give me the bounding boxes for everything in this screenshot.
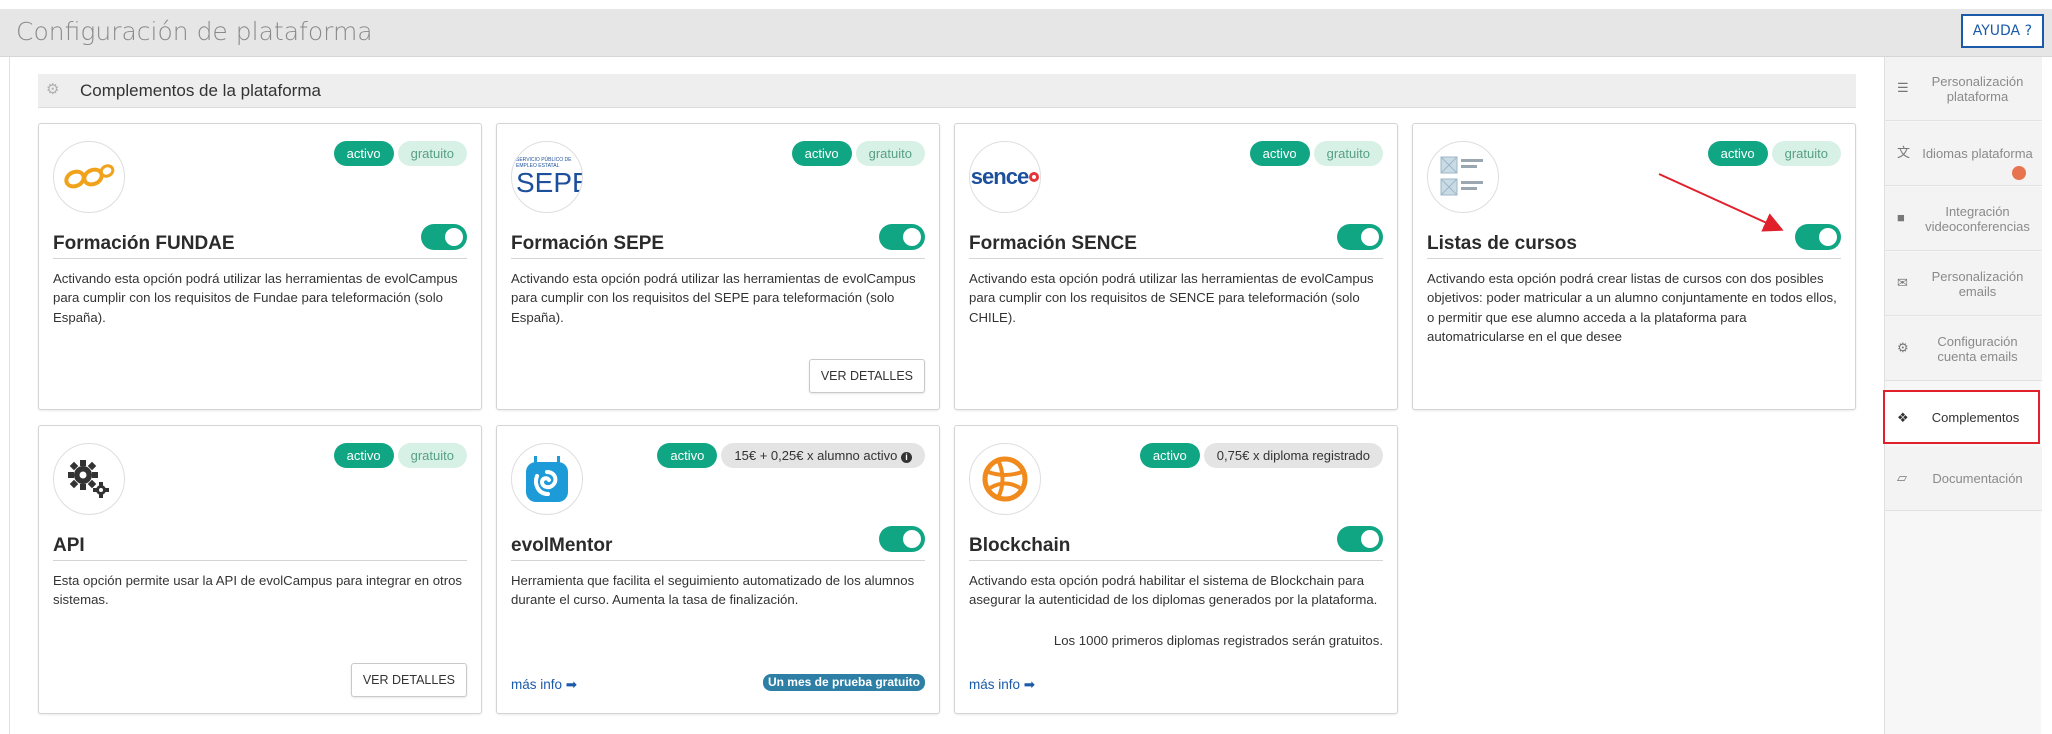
sence-logo-text: sence [970,164,1029,189]
trial-badge: Un mes de prueba gratuito [762,674,925,691]
sidebar-item-label: Personalización plataforma [1931,73,2024,104]
page-header: Configuración de plataforma AYUDA ? [0,9,2052,57]
page-title: Configuración de plataforma [16,17,373,46]
envelope-icon: ✉ [1897,275,1908,290]
card-title: API [53,535,85,556]
folder-open-icon: ▱ [1897,470,1907,485]
card-title: evolMentor [511,535,613,556]
course-list-icon [1427,141,1499,213]
divider [969,258,1383,259]
card-title: Listas de cursos [1427,233,1577,254]
sidebar-item-label: Documentación [1932,471,2023,486]
pricing-badge: gratuito [397,141,467,166]
divider [1427,258,1841,259]
card-title: Formación FUNDAE [53,233,235,254]
gears-icon [53,443,125,515]
settings-sidebar: ☰ Personalización plataforma 文 Idiomas p… [1883,57,2042,734]
notification-dot [2012,166,2026,180]
main-content: ⚙ Complementos de la plataforma activo g… [9,57,1884,734]
card-evolmentor: activo 15€ + 0,25€ x alumno activo i evo… [496,425,940,714]
view-details-button[interactable]: VER DETALLES [350,663,467,697]
sidebar-item-videoconferences[interactable]: ■ Integración videoconferencias [1885,187,2042,251]
blockchain-logo [969,443,1041,515]
card-blockchain: activo 0,75€ x diploma registrado Blockc… [954,425,1398,714]
arrow-right-icon: ➡ [565,677,578,692]
card-fundae: activo gratuito Formación FUNDAE Activan… [38,123,482,410]
video-icon: ■ [1897,210,1905,225]
pricing-badge: gratuito [397,443,467,468]
pricing-badge: gratuito [855,141,925,166]
status-badge: activo [791,141,852,166]
fundae-toggle[interactable] [421,224,467,250]
divider [53,258,467,259]
pricing-badge: 15€ + 0,25€ x alumno activo i [721,443,925,468]
translate-icon: 文 [1897,145,1911,160]
fundae-logo [53,141,125,213]
sidebar-item-languages[interactable]: 文 Idiomas plataforma [1885,122,2042,186]
card-description: Herramienta que facilita el seguimiento … [511,573,915,608]
card-course-lists: activo gratuito Listas de cursos Activan… [1412,123,1856,410]
blockchain-toggle[interactable] [1337,526,1383,552]
card-description: Activando esta opción podrá utilizar las… [511,271,916,325]
card-sepe: SERVICIO PÚBLICO DE EMPLEO ESTATAL SEPE … [496,123,940,410]
help-button[interactable]: AYUDA ? [1960,14,2044,48]
status-badge: activo [1249,141,1310,166]
sidebar-item-documentation[interactable]: ▱ Documentación [1885,447,2042,511]
evolmentor-logo [511,443,583,515]
divider [511,258,925,259]
card-title: Formación SEPE [511,233,665,254]
sidebar-item-label: Complementos [1931,409,2020,425]
card-note: Los 1000 primeros diplomas registrados s… [1053,633,1383,648]
sepe-logo: SERVICIO PÚBLICO DE EMPLEO ESTATAL SEPE [511,141,583,213]
evolmentor-toggle[interactable] [879,526,925,552]
view-details-button[interactable]: VER DETALLES [808,359,925,393]
status-badge: activo [1139,443,1200,468]
more-info-link[interactable]: más info ➡ [969,677,1035,693]
pricing-badge: gratuito [1771,141,1841,166]
more-info-label: más info [511,677,563,692]
sidebar-item-platform-customization[interactable]: ☰ Personalización plataforma [1885,57,2042,121]
sidebar-item-label: Configuración cuenta emails [1937,333,2018,364]
info-icon[interactable]: i [901,452,912,463]
card-api: activo gratuito API Esta opción permite … [38,425,482,714]
card-title: Formación SENCE [969,233,1137,254]
card-description: Esta opción permite usar la API de evolC… [53,573,463,608]
card-description: Activando esta opción podrá crear listas… [1427,271,1837,345]
section-header: ⚙ Complementos de la plataforma [38,74,1856,108]
section-title: Complementos de la plataforma [80,81,321,100]
status-badge: activo [1707,141,1768,166]
divider [511,560,925,561]
sepe-toggle[interactable] [879,224,925,250]
sence-toggle[interactable] [1337,224,1383,250]
sliders-icon: ☰ [1897,80,1909,95]
pricing-badge: gratuito [1313,141,1383,166]
gear-icon: ⚙ [1897,340,1909,355]
more-info-label: más info [969,677,1021,692]
arrow-right-icon: ➡ [1023,677,1036,692]
card-description: Activando esta opción podrá utilizar las… [53,271,458,325]
card-sence: sence activo gratuito Formación SENCE Ac… [954,123,1398,410]
course-lists-toggle[interactable] [1795,224,1841,250]
status-badge: activo [657,443,718,468]
card-description: Activando esta opción podrá habilitar el… [969,573,1378,608]
cubes-icon: ❖ [1897,410,1909,425]
sidebar-item-email-account[interactable]: ⚙ Configuración cuenta emails [1885,317,2042,381]
divider [969,560,1383,561]
sidebar-item-label: Integración videoconferencias [1925,203,2030,234]
card-title: Blockchain [969,535,1071,556]
sepe-logo-text: SEPE [516,167,582,198]
sidebar-item-email-customization[interactable]: ✉ Personalización emails [1885,252,2042,316]
sence-logo: sence [969,141,1041,213]
more-info-link[interactable]: más info ➡ [511,677,577,693]
card-description: Activando esta opción podrá utilizar las… [969,271,1374,325]
status-badge: activo [333,443,394,468]
divider [53,560,467,561]
pricing-text: 15€ + 0,25€ x alumno activo [734,448,898,463]
status-badge: activo [333,141,394,166]
gear-icon: ⚙ [46,81,60,98]
sidebar-item-complements[interactable]: ❖ Complementos [1883,390,2040,444]
top-strip [0,0,2052,9]
pricing-badge: 0,75€ x diploma registrado [1203,443,1383,468]
sidebar-item-label: Personalización emails [1931,268,2024,299]
